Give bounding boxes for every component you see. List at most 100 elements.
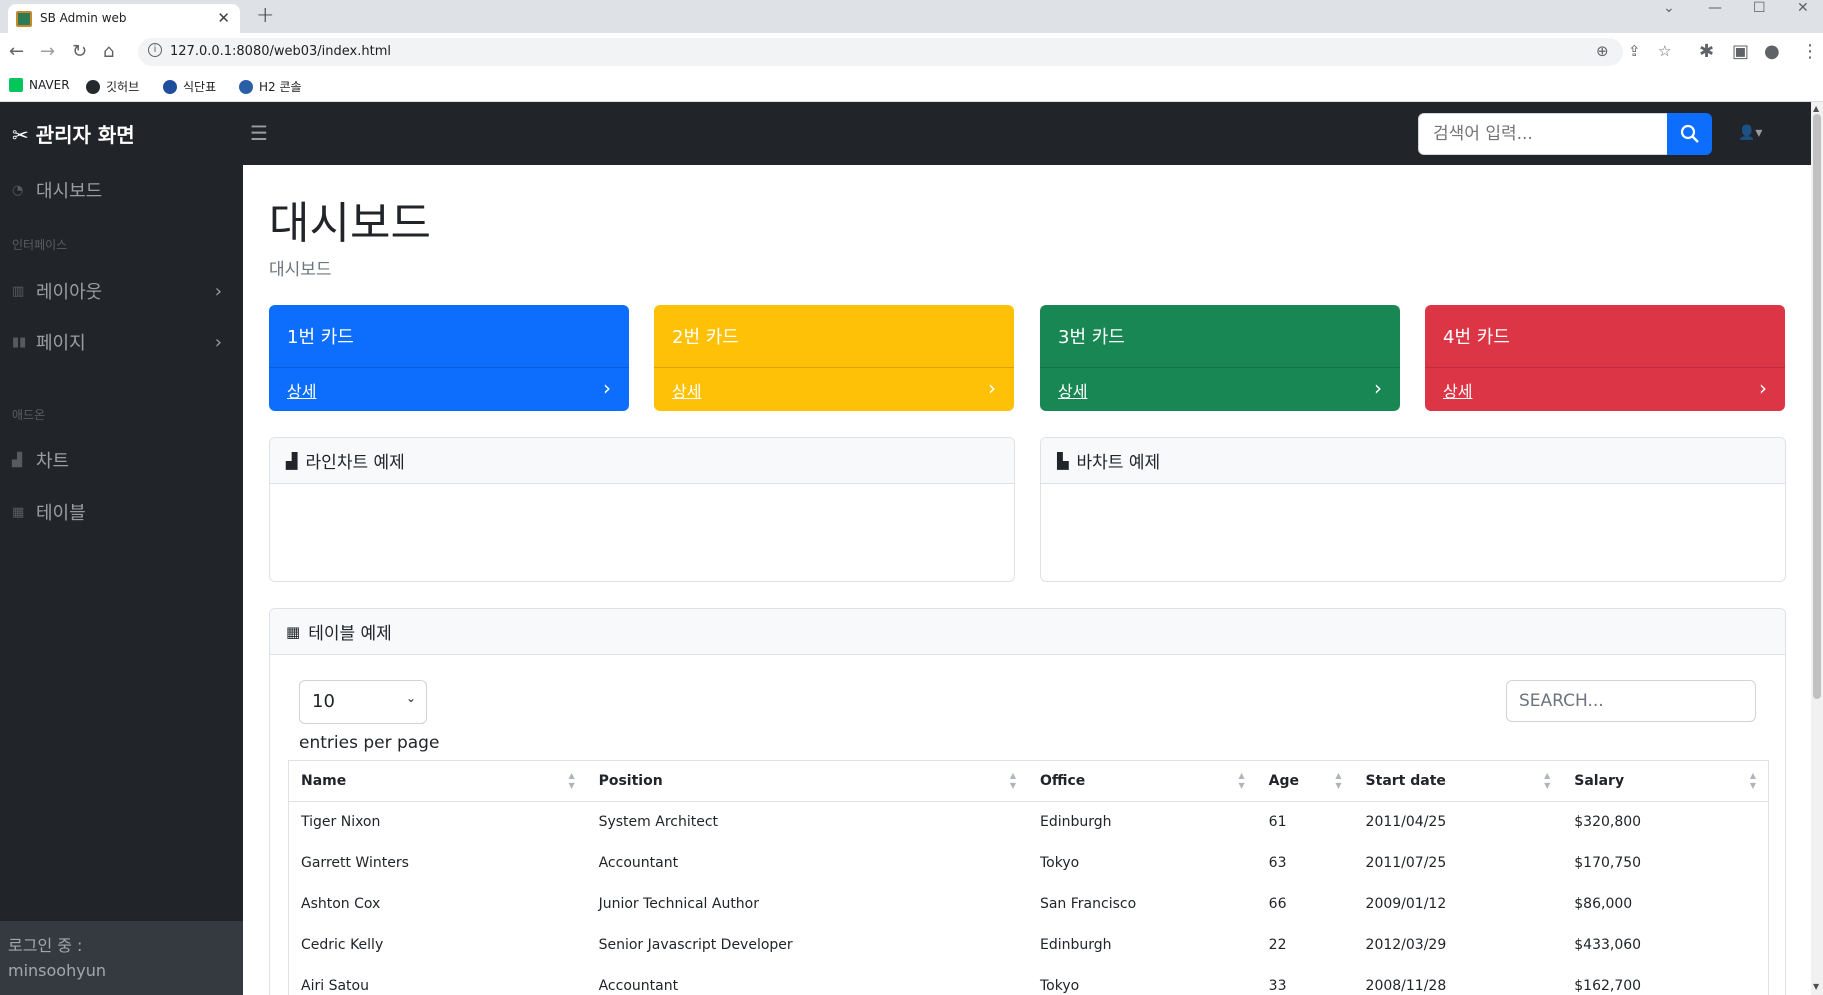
stat-card-footer: 상세 ›	[1040, 367, 1400, 411]
cell-start-date: 2011/07/25	[1365, 855, 1447, 871]
cell-name: Tiger Nixon	[301, 814, 381, 830]
search-button[interactable]	[1667, 113, 1712, 155]
bookmark-menu[interactable]: 식단표	[163, 78, 216, 95]
web-page: ✂ 관리자 화면 ☰ 👤▾ ◔ 대시보드 인터페이스 ▥ 레이아웃 › ▮▮ 페…	[0, 102, 1811, 995]
sidebar-item-pages[interactable]: ▮▮ 페이지 ›	[12, 330, 232, 355]
stat-card-footer: 상세 ›	[1425, 367, 1785, 411]
sidebar-toggle-icon[interactable]: ☰	[250, 121, 268, 145]
new-tab-icon[interactable]: +	[256, 3, 274, 28]
cell-age: 22	[1268, 937, 1287, 953]
bookmark-naver[interactable]: NAVER	[9, 78, 70, 92]
close-tab-icon[interactable]: ✕	[217, 9, 230, 27]
sidebar-item-charts[interactable]: ▟ 차트	[12, 448, 232, 472]
card-detail-link[interactable]: 상세	[1443, 382, 1472, 401]
stat-card-footer: 상세 ›	[269, 367, 629, 411]
columns-icon: ▥	[12, 283, 25, 299]
entries-label: entries per page	[299, 733, 440, 753]
address-toolbar: ← → ↻ ⌂ i 127.0.0.1:8080/web03/index.htm…	[0, 33, 1823, 71]
column-header-age[interactable]: Age ▲ ▼	[1257, 761, 1354, 801]
column-header-salary[interactable]: Salary ▲ ▼	[1562, 761, 1768, 801]
zoom-icon[interactable]: ⊕	[1596, 42, 1609, 60]
card-title: 테이블 예제	[308, 624, 392, 644]
home-icon[interactable]: ⌂	[103, 41, 114, 62]
extensions-icon[interactable]: ✱	[1699, 41, 1714, 62]
bookmark-github[interactable]: 깃허브	[86, 78, 139, 95]
h2-icon	[239, 79, 253, 94]
table-search-input[interactable]: SEARCH...	[1506, 680, 1756, 722]
sidebar-heading-interface: 인터페이스	[12, 238, 68, 252]
stat-card-footer: 상세 ›	[654, 367, 1014, 411]
bookmark-label: H2 콘솔	[259, 80, 302, 94]
navbar-brand[interactable]: ✂ 관리자 화면	[12, 119, 135, 148]
side-navigation: ◔ 대시보드 인터페이스 ▥ 레이아웃 › ▮▮ 페이지 › 애드온 ▟ 차트 …	[0, 165, 243, 995]
sidebar-item-label: 페이지	[36, 333, 86, 354]
sort-icon: ▲ ▼	[1749, 771, 1756, 790]
card-detail-link[interactable]: 상세	[672, 382, 701, 401]
column-header-start-date[interactable]: Start date ▲ ▼	[1354, 761, 1563, 801]
column-header-position[interactable]: Position ▲ ▼	[587, 761, 1028, 801]
cell-name: Garrett Winters	[301, 855, 409, 871]
card-title: 라인차트 예제	[305, 453, 405, 473]
minimize-icon[interactable]: —	[1708, 0, 1722, 16]
window-close-icon[interactable]: ✕	[1797, 0, 1809, 16]
cell-age: 61	[1268, 814, 1287, 830]
card-title: 바차트 예제	[1076, 453, 1161, 473]
entries-value: 10	[312, 691, 335, 712]
scroll-up-icon[interactable]: ▲	[1813, 104, 1819, 113]
bookmark-h2-console[interactable]: H2 콘솔	[239, 78, 302, 95]
sort-icon: ▲ ▼	[568, 771, 575, 790]
column-header-name[interactable]: Name ▲ ▼	[289, 761, 587, 801]
sidebar-item-layout[interactable]: ▥ 레이아웃 ›	[12, 279, 232, 304]
sidebar-item-tables[interactable]: ▦ 테이블	[12, 500, 232, 524]
sidebar-item-label: 대시보드	[36, 181, 103, 202]
share-icon[interactable]: ⇪	[1628, 42, 1641, 60]
cell-position: System Architect	[598, 814, 719, 830]
card-detail-link[interactable]: 상세	[287, 382, 316, 401]
main-content: 대시보드 대시보드 1번 카드 상세 › 2번 카드 상세 › 3번 카드 상세…	[243, 165, 1811, 995]
side-panel-icon[interactable]: ▣	[1732, 41, 1749, 62]
scroll-down-icon[interactable]: ▼	[1813, 982, 1819, 991]
cell-start-date: 2009/01/12	[1365, 896, 1447, 912]
menu-icon[interactable]: ⋮	[1801, 41, 1819, 62]
cell-name: Airi Satou	[301, 978, 369, 994]
tab-title: SB Admin web	[40, 11, 127, 25]
entries-per-page-select[interactable]: 10 ⌄	[299, 680, 427, 724]
bookmark-star-icon[interactable]: ☆	[1658, 42, 1671, 60]
card-detail-link[interactable]: 상세	[1058, 382, 1087, 401]
search-input[interactable]	[1418, 113, 1668, 155]
back-icon[interactable]: ←	[9, 41, 24, 62]
sort-icon: ▲ ▼	[1544, 771, 1551, 790]
profile-icon[interactable]: ●	[1764, 41, 1780, 62]
tab-search-icon[interactable]: ⌄	[1663, 0, 1675, 16]
cell-position: Accountant	[598, 855, 679, 871]
cell-start-date: 2012/03/29	[1365, 937, 1447, 953]
site-info-icon[interactable]: i	[148, 43, 162, 57]
url-text[interactable]: 127.0.0.1:8080/web03/index.html	[170, 44, 391, 59]
table-row: Tiger Nixon System Architect Edinburgh 6…	[289, 802, 1768, 843]
scroll-thumb[interactable]	[1813, 114, 1821, 699]
cell-position: Junior Technical Author	[598, 896, 759, 912]
forward-icon[interactable]: →	[40, 41, 55, 62]
reload-icon[interactable]: ↻	[72, 41, 87, 62]
naver-icon	[9, 78, 23, 92]
cell-age: 33	[1268, 978, 1287, 994]
sidebar-item-label: 테이블	[36, 503, 86, 524]
page-title: 대시보드	[269, 198, 431, 249]
user-dropdown-icon[interactable]: 👤▾	[1738, 125, 1762, 141]
bookmarks-bar: NAVER 깃허브 식단표 H2 콘솔	[0, 71, 1823, 102]
cell-salary: $86,000	[1574, 896, 1633, 912]
page-scrollbar[interactable]: ▲ ▼	[1811, 102, 1823, 995]
table-row: Garrett Winters Accountant Tokyo 63 2011…	[289, 843, 1768, 884]
cell-office: Edinburgh	[1039, 814, 1112, 830]
sidebar-item-dashboard[interactable]: ◔ 대시보드	[12, 178, 232, 202]
browser-tab[interactable]: SB Admin web ✕	[8, 4, 240, 33]
stat-card-3: 3번 카드 상세 ›	[1040, 305, 1400, 411]
cell-salary: $433,060	[1574, 937, 1642, 953]
omnibox[interactable]: i 127.0.0.1:8080/web03/index.html ⊕ ⇪ ☆	[138, 38, 1671, 66]
column-header-office[interactable]: Office ▲ ▼	[1028, 761, 1257, 801]
maximize-icon[interactable]: ☐	[1753, 0, 1766, 16]
top-navbar: ✂ 관리자 화면 ☰ 👤▾	[0, 102, 1811, 165]
sort-icon: ▲ ▼	[1238, 771, 1245, 790]
cell-position: Accountant	[598, 978, 679, 994]
chevron-right-icon: ›	[1759, 376, 1767, 400]
